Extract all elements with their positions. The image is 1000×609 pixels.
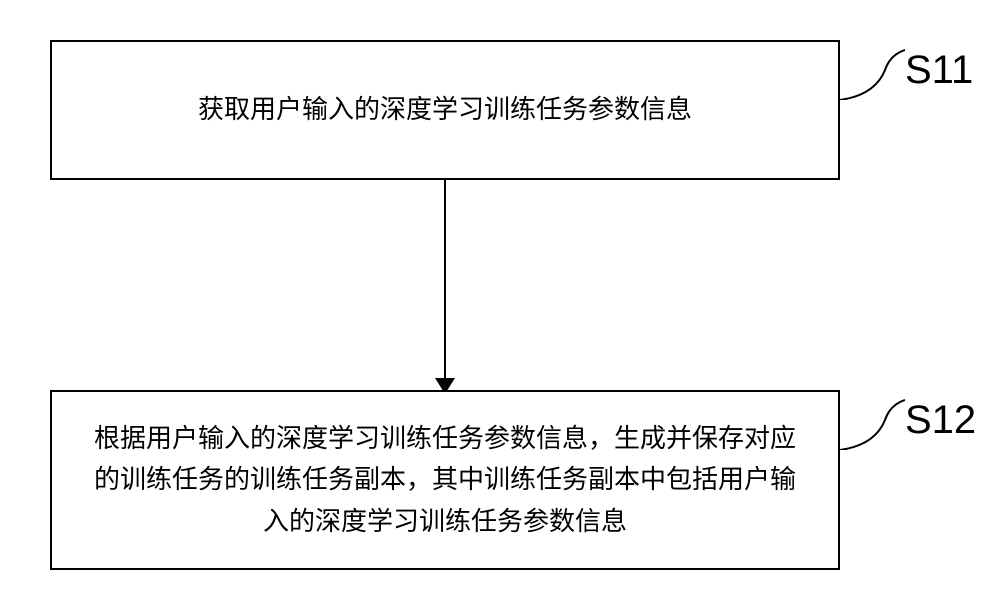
step-text-1: 获取用户输入的深度学习训练任务参数信息 <box>198 89 692 131</box>
step-box-1: 获取用户输入的深度学习训练任务参数信息 <box>50 40 840 180</box>
step-label-1: S11 <box>905 48 973 93</box>
connector-curve-1 <box>840 45 905 100</box>
step-box-2: 根据用户输入的深度学习训练任务参数信息，生成并保存对应的训练任务的训练任务副本，… <box>50 390 840 570</box>
connector-curve-2 <box>840 395 905 450</box>
arrow-line <box>444 180 446 390</box>
step-text-2: 根据用户输入的深度学习训练任务参数信息，生成并保存对应的训练任务的训练任务副本，… <box>92 418 798 543</box>
step-label-2: S12 <box>905 398 976 443</box>
flowchart-container: 获取用户输入的深度学习训练任务参数信息 S11 根据用户输入的深度学习训练任务参… <box>0 0 1000 609</box>
